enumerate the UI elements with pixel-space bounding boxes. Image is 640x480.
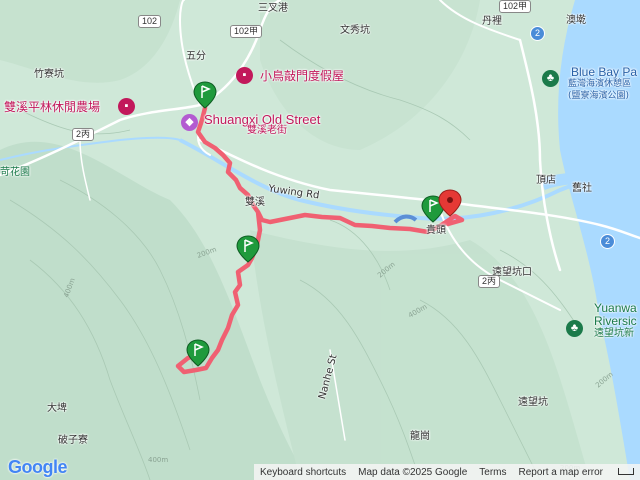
shopping-icon[interactable]: ◆ (181, 114, 198, 131)
google-logo: Google (8, 457, 68, 478)
place-label: 雙溪 (245, 197, 265, 208)
hotel-icon[interactable]: ▪ (118, 98, 135, 115)
hotel-icon[interactable]: ▪ (236, 67, 253, 84)
place-label: 破子寮 (58, 435, 88, 446)
poi-label[interactable]: 小鳥敲門度假屋 (260, 70, 344, 82)
route-shield: 2丙 (478, 275, 501, 288)
place-label: 遠望坑 (518, 397, 548, 408)
place-label: 苛花園 (0, 167, 30, 178)
park-icon[interactable]: ♣ (566, 320, 583, 337)
route-shield: 2 (600, 234, 615, 249)
place-label: 三叉港 (258, 3, 288, 14)
poi-label[interactable]: Blue Bay Pa (571, 66, 637, 78)
terms-link[interactable]: Terms (473, 467, 512, 478)
place-label: 龍崗 (410, 431, 430, 442)
place-label: 澳墘 (566, 15, 586, 26)
poi-label[interactable]: 雙溪平林休閒農場 (4, 101, 100, 113)
map-data-text: Map data ©2025 Google (358, 466, 468, 478)
poi-label-sub: (鹽寮海濱公園) (568, 91, 630, 101)
place-label: 大埤 (47, 403, 67, 414)
route-shield: 102甲 (230, 25, 263, 38)
poi-label-sub: 藍灣海濱休憩區 (568, 79, 632, 89)
poi-label-sub: 雙溪老街 (247, 125, 287, 136)
scale-bar[interactable] (609, 467, 640, 478)
report-error-link[interactable]: Report a map error (513, 467, 609, 478)
place-label: 頂店 (536, 175, 556, 186)
poi-label[interactable]: Yuanwa (594, 302, 637, 314)
place-label: 舊社 (572, 183, 592, 194)
route-shield: 2丙 (72, 128, 95, 141)
contour-label: 400m (148, 456, 168, 464)
route-shield: 102 (138, 15, 162, 28)
place-label: 貴頭 (426, 225, 446, 236)
google-logo-text: Google (8, 457, 68, 477)
place-label: 丹裡 (482, 16, 502, 27)
attribution-bar: Keyboard shortcuts Map data ©2025 Google… (253, 464, 640, 480)
place-label: 文秀坑 (340, 25, 370, 36)
route-shield: 102甲 (499, 0, 532, 13)
keyboard-shortcuts-link[interactable]: Keyboard shortcuts (254, 467, 352, 478)
park-icon[interactable]: ♣ (542, 70, 559, 87)
place-label: 五分 (186, 51, 206, 62)
place-label: 竹寮坑 (34, 69, 64, 80)
poi-label[interactable]: Riversic (594, 315, 637, 327)
poi-label-sub: 遠望坑新 (594, 328, 634, 339)
route-shield: 2 (530, 26, 545, 41)
